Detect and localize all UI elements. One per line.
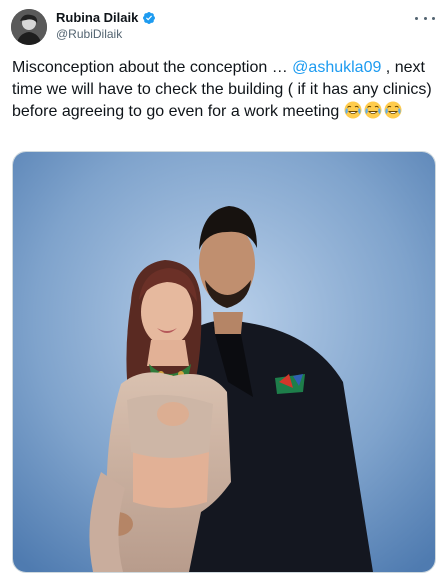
mention-link[interactable]: @ashukla09 [292,59,381,76]
face-with-tears-of-joy-emoji [384,101,402,119]
tweet-photo[interactable] [12,151,436,573]
emoji-group [344,101,404,120]
couple-photo [13,152,435,572]
tweet-text-part-1: Misconception about the conception … [12,59,293,76]
verified-badge-icon [143,11,156,24]
tweet-text: Misconception about the conception … @as… [12,57,440,123]
author-handle[interactable]: @RubiDilaik [56,27,122,41]
profile-avatar[interactable] [11,9,47,45]
face-with-tears-of-joy-emoji [344,101,362,119]
author-name-row[interactable]: Rubina Dilaik [56,10,156,25]
more-options-icon[interactable] [415,11,435,25]
display-name[interactable]: Rubina Dilaik [56,10,138,25]
face-with-tears-of-joy-emoji [364,101,382,119]
